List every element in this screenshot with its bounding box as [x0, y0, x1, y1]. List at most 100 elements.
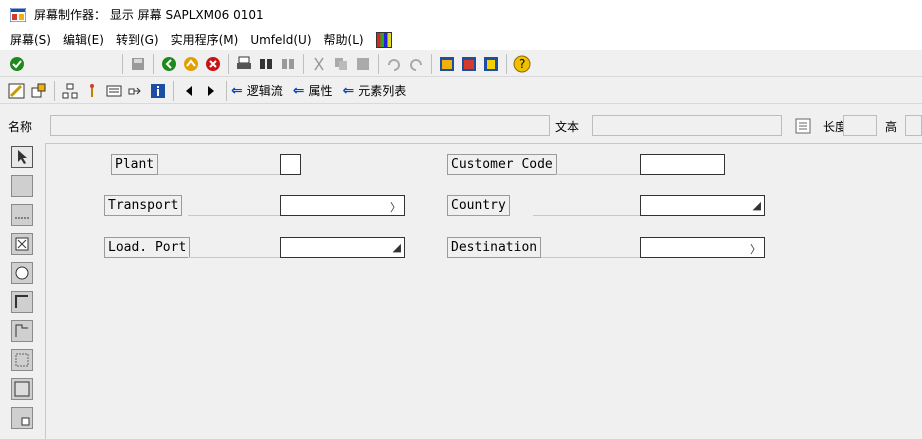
label-underline [556, 174, 640, 175]
frame-tool-icon[interactable] [11, 291, 33, 313]
arrow-left-icon: ⇐ [231, 82, 243, 99]
find-icon[interactable] [257, 55, 275, 73]
separator [228, 53, 229, 74]
separator [303, 53, 304, 74]
menu-utilities[interactable]: 实用程序(M) [165, 31, 245, 48]
separator [506, 53, 507, 74]
dropdown-corner-icon[interactable]: ◢ [393, 241, 401, 254]
country-label[interactable]: Country [447, 195, 510, 216]
load-port-label[interactable]: Load. Port [104, 237, 191, 258]
dropdown-corner-icon[interactable]: ◢ [753, 199, 761, 212]
input-field-tool-icon[interactable] [11, 204, 33, 226]
arrow-left-icon: ⇐ [342, 82, 355, 99]
paste-icon[interactable] [354, 55, 372, 73]
separator [431, 53, 432, 74]
menu-bar: 屏幕(S) 编辑(E) 转到(G) 实用程序(M) Umfeld(U) 帮助(L… [0, 29, 922, 50]
other-object-icon[interactable] [30, 82, 48, 100]
copy-icon[interactable] [332, 55, 350, 73]
label-underline [541, 257, 640, 258]
custom-control-tool-icon[interactable] [11, 407, 33, 429]
separator [226, 80, 227, 101]
text-field[interactable] [592, 115, 782, 136]
label-underline [533, 215, 640, 216]
customer-code-label[interactable]: Customer Code [447, 154, 557, 175]
country-input[interactable]: ◢ [640, 195, 765, 216]
element-list-label: 元素列表 [358, 84, 407, 98]
plant-label[interactable]: Plant [111, 154, 159, 175]
logic-flow-button[interactable]: ⇐ 逻辑流 [231, 82, 283, 99]
display-change-icon[interactable] [8, 82, 26, 100]
title-bar: 屏幕制作器： 显示 屏幕 SAPLXM06 0101 [0, 0, 922, 29]
redo-icon[interactable] [407, 55, 425, 73]
logic-flow-label: 逻辑流 [246, 84, 283, 98]
info-pin-icon[interactable] [83, 82, 101, 100]
previous-icon[interactable] [180, 82, 198, 100]
dropdown-arrow-icon[interactable]: 〉 [390, 199, 401, 215]
radio-button-tool-icon[interactable] [11, 262, 33, 284]
create-session-icon[interactable] [438, 55, 456, 73]
tabstrip-tool-icon[interactable] [11, 320, 33, 342]
screen-element-icon[interactable] [105, 82, 123, 100]
name-label: 名称 [8, 120, 33, 134]
length-field[interactable] [843, 115, 877, 136]
transport-label[interactable]: Transport [104, 195, 183, 216]
separator [378, 53, 379, 74]
next-icon[interactable] [202, 82, 220, 100]
standard-toolbar: ? [0, 51, 922, 77]
menu-environment[interactable]: Umfeld(U) [244, 33, 317, 47]
text-label: 文本 [555, 120, 580, 134]
attributes-button[interactable]: ⇐ 属性 [293, 82, 333, 99]
element-list-button[interactable]: ⇐ 元素列表 [343, 82, 407, 99]
save-icon[interactable] [129, 55, 147, 73]
app-icon [9, 7, 27, 22]
label-underline [188, 257, 280, 258]
load-port-input[interactable]: ◢ [280, 237, 405, 258]
element-attributes-bar: 名称 文本 长度 高 [0, 111, 922, 141]
back-icon[interactable] [160, 55, 178, 73]
information-icon[interactable] [149, 82, 167, 100]
text-list-icon[interactable] [794, 117, 812, 135]
undo-icon[interactable] [385, 55, 403, 73]
separator [122, 53, 123, 74]
pointer-tool-icon[interactable] [11, 146, 33, 168]
flow-icon[interactable] [127, 82, 145, 100]
color-settings-icon[interactable] [375, 31, 392, 48]
menu-help[interactable]: 帮助(L) [318, 31, 370, 48]
menu-edit[interactable]: 编辑(E) [57, 31, 110, 48]
help-icon[interactable]: ? [513, 55, 531, 73]
cancel-icon[interactable] [204, 55, 222, 73]
separator [173, 80, 174, 101]
label-underline [188, 215, 280, 216]
separator [54, 80, 55, 101]
cut-icon[interactable] [310, 55, 328, 73]
name-field[interactable] [50, 115, 550, 136]
customer-code-input[interactable] [640, 154, 725, 175]
svg-text:?: ? [519, 57, 525, 71]
height-label: 高 [885, 120, 898, 134]
arrow-left-icon: ⇐ [292, 82, 305, 99]
find-next-icon[interactable] [279, 55, 297, 73]
layout-menu-icon[interactable] [482, 55, 500, 73]
subscreen-tool-icon[interactable] [11, 349, 33, 371]
attributes-label: 属性 [308, 84, 333, 98]
destination-label[interactable]: Destination [447, 237, 542, 258]
text-field-tool-icon[interactable] [11, 175, 33, 197]
checkbox-tool-icon[interactable] [11, 233, 33, 255]
command-field[interactable] [30, 55, 116, 73]
separator [153, 53, 154, 74]
menu-goto[interactable]: 转到(G) [110, 31, 165, 48]
transport-input[interactable]: 〉 [280, 195, 405, 216]
dropdown-arrow-icon[interactable]: 〉 [750, 241, 761, 257]
application-toolbar: ⇐ 逻辑流 ⇐ 属性 ⇐ 元素列表 [0, 78, 922, 104]
destination-input[interactable]: 〉 [640, 237, 765, 258]
exit-icon[interactable] [182, 55, 200, 73]
plant-input[interactable] [280, 154, 301, 175]
generate-shortcut-icon[interactable] [460, 55, 478, 73]
enter-check-icon[interactable] [8, 55, 26, 73]
table-control-tool-icon[interactable] [11, 378, 33, 400]
height-field[interactable] [905, 115, 922, 136]
hierarchy-icon[interactable] [61, 82, 79, 100]
label-underline [158, 174, 280, 175]
menu-screen[interactable]: 屏幕(S) [4, 31, 57, 48]
print-icon[interactable] [235, 55, 253, 73]
